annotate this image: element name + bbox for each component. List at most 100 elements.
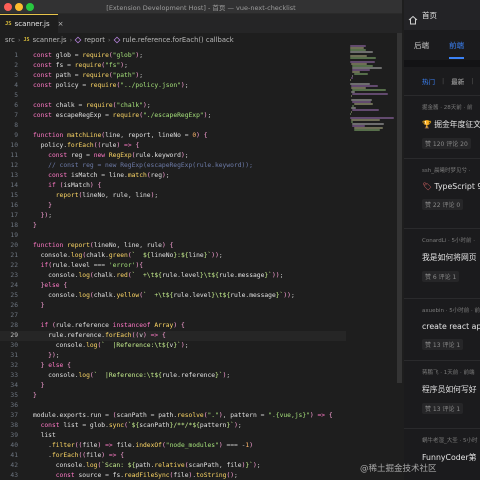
code-line[interactable]: 13 const isMatch = line.match(reg); [0, 171, 346, 181]
code-text[interactable]: const chalk = require("chalk"); [33, 101, 151, 111]
code-text[interactable]: const isMatch = line.match(reg); [33, 171, 169, 181]
code-text[interactable]: .forEach((file) => { [33, 451, 124, 461]
article-title[interactable]: create react ap [422, 322, 480, 331]
article-item[interactable]: ConardLi · 5小时前 · 我是如何将网页赞 6 评论 1 [404, 228, 480, 298]
code-line[interactable]: 17 }); [0, 211, 346, 221]
tab-scanner-js[interactable]: JS scanner.js × [0, 14, 64, 33]
breadcrumb-src[interactable]: src [5, 36, 15, 44]
code-text[interactable]: console.log(`Scan: ${path.relative(scanP… [33, 461, 261, 471]
code-line[interactable]: 34 } [0, 381, 346, 391]
article-title[interactable]: 🏷 TypeScript 9 [422, 182, 480, 191]
code-line[interactable]: 1 const glob = require("glob"); [0, 51, 346, 61]
code-line[interactable]: 31 }); [0, 351, 346, 361]
code-line[interactable]: 11 const reg = new RegExp(rule.keyword); [0, 151, 346, 161]
article-item[interactable]: 掘金酱 · 28天前 · 前 🏆 掘金年度征文赞 120 评论 20 [404, 95, 480, 158]
code-text[interactable]: }); [33, 211, 52, 221]
code-text[interactable]: } [33, 381, 45, 391]
code-text[interactable]: if (isMatch) { [33, 181, 101, 191]
code-line[interactable]: 16 } [0, 201, 346, 211]
code-line[interactable]: 28 if (rule.reference instanceof Array) … [0, 321, 346, 331]
code-text[interactable]: policy.forEach((rule) => { [33, 141, 140, 151]
code-text[interactable]: const fs = require("fs"); [33, 61, 128, 71]
code-text[interactable]: } else { [33, 361, 71, 371]
code-line[interactable]: 41 .forEach((file) => { [0, 451, 346, 461]
code-line[interactable]: 32 } else { [0, 361, 346, 371]
close-tab-icon[interactable]: × [58, 20, 64, 28]
minimap[interactable] [346, 33, 402, 480]
code-line[interactable]: 30 console.log(` |Reference:\t${v}`); [0, 341, 346, 351]
article-title[interactable]: 程序员如何写好 [422, 384, 480, 395]
tab-backend[interactable]: 后端 [414, 40, 429, 51]
code-text[interactable]: list [33, 431, 56, 441]
code-text[interactable]: const escapeRegExp = require("./escapeRe… [33, 111, 211, 121]
code-text[interactable]: if(rule.level === 'error'){ [33, 261, 143, 271]
code-text[interactable]: // const reg = new RegExp(escapeRegExp(r… [33, 161, 253, 171]
code-text[interactable]: module.exports.run = (scanPath = path.re… [33, 411, 333, 421]
code-text[interactable]: } [33, 391, 37, 401]
code-text[interactable]: report(lineNo, rule, line); [33, 191, 158, 201]
code-text[interactable]: const glob = require("glob"); [33, 51, 143, 61]
code-text[interactable]: } [33, 221, 37, 231]
code-line[interactable]: 29 rule.reference.forEach((v) => { [0, 331, 346, 341]
code-line[interactable]: 25 console.log(chalk.yellow(` +\t${rule.… [0, 291, 346, 301]
code-line[interactable]: 27 [0, 311, 346, 321]
code-line[interactable]: 8 [0, 121, 346, 131]
code-text[interactable]: if (rule.reference instanceof Array) { [33, 321, 185, 331]
code-line[interactable]: 6 const chalk = require("chalk"); [0, 101, 346, 111]
code-text[interactable]: const policy = require("../policy.json")… [33, 81, 189, 91]
code-line[interactable]: 20 function report(lineNo, line, rule) { [0, 241, 346, 251]
editor-scrollbar[interactable] [397, 33, 402, 383]
code-line[interactable]: 14 if (isMatch) { [0, 181, 346, 191]
filter-hot[interactable]: 热门 [422, 76, 435, 86]
breadcrumb-file[interactable]: scanner.js [33, 36, 67, 44]
filter-latest[interactable]: 最新 [451, 76, 464, 86]
code-text[interactable]: }); [33, 351, 59, 361]
code-line[interactable]: 9 function matchLine(line, report, lineNo… [0, 131, 346, 141]
code-line[interactable]: 23 console.log(chalk.red(` +\t${rule.lev… [0, 271, 346, 281]
code-text[interactable]: console.log(` |Reference:\t${v}`); [33, 341, 189, 351]
code-text[interactable]: function report(lineNo, line, rule) { [33, 241, 173, 251]
code-line[interactable]: 37 module.exports.run = (scanPath = path.… [0, 411, 346, 421]
code-line[interactable]: 4 const policy = require("../policy.json"… [0, 81, 346, 91]
code-line[interactable]: 33 console.log(` |Reference:\t${rule.ref… [0, 371, 346, 381]
code-line[interactable]: 43 const source = fs.readFileSync(file).… [0, 471, 346, 480]
tab-frontend[interactable]: 前端 [449, 40, 464, 59]
code-text[interactable]: } [33, 301, 45, 311]
code-line[interactable]: 3 const path = require("path"); [0, 71, 346, 81]
code-line[interactable]: 19 [0, 231, 346, 241]
article-title[interactable]: 我是如何将网页 [422, 252, 480, 263]
code-line[interactable]: 39 list [0, 431, 346, 441]
code-line[interactable]: 5 [0, 91, 346, 101]
code-line[interactable]: 36 [0, 401, 346, 411]
code-text[interactable]: const source = fs.readFileSync(file).toS… [33, 471, 238, 480]
code-editor[interactable]: 1 const glob = require("glob"); 2 const fs … [0, 47, 346, 480]
code-text[interactable]: console.log(chalk.red(` +\t${rule.level}… [33, 271, 283, 281]
code-line[interactable]: 24 }else { [0, 281, 346, 291]
code-line[interactable]: 42 console.log(`Scan: ${path.relative(sc… [0, 461, 346, 471]
code-text[interactable]: console.log(` |Reference:\t${rule.refere… [33, 371, 230, 381]
breadcrumb-function[interactable]: report [84, 36, 105, 44]
code-text[interactable]: console.log(chalk.yellow(` +\t${rule.lev… [33, 291, 295, 301]
code-text[interactable]: const path = require("path"); [33, 71, 143, 81]
code-line[interactable]: 40 .filter((file) => file.indexOf("node_… [0, 441, 346, 451]
code-line[interactable]: 2 const fs = require("fs"); [0, 61, 346, 71]
code-line[interactable]: 35} [0, 391, 346, 401]
code-text[interactable]: const list = glob.sync(`${scanPath}/**/*… [33, 421, 242, 431]
code-line[interactable]: 38 const list = glob.sync(`${scanPath}/*… [0, 421, 346, 431]
code-line[interactable]: 18} [0, 221, 346, 231]
code-text[interactable]: } [33, 201, 52, 211]
article-title[interactable]: 🏆 掘金年度征文 [422, 119, 480, 130]
breadcrumb-callback[interactable]: rule.reference.forEach() callback [123, 36, 234, 44]
article-item[interactable]: ssh_晨曦时梦见兮 · 🏷 TypeScript 9 赞 22 评论 0 [404, 158, 480, 228]
code-text[interactable]: }else { [33, 281, 68, 291]
article-item[interactable]: 蒋鹏飞 · 1天前 · 前端 程序员如何写好赞 13 评论 1 [404, 360, 480, 428]
code-line[interactable]: 10 policy.forEach((rule) => { [0, 141, 346, 151]
code-line[interactable]: 22 if(rule.level === 'error'){ [0, 261, 346, 271]
code-line[interactable]: 7 const escapeRegExp = require("./escapeR… [0, 111, 346, 121]
code-text[interactable]: rule.reference.forEach((v) => { [33, 331, 166, 341]
code-line[interactable]: 12 // const reg = new RegExp(escapeRegEx… [0, 161, 346, 171]
code-line[interactable]: 26 } [0, 301, 346, 311]
code-text[interactable]: .filter((file) => file.indexOf("node_mod… [33, 441, 253, 451]
code-text[interactable]: function matchLine(line, report, lineNo … [33, 131, 208, 141]
article-item[interactable]: axuebin · 5小时前 · 前 create react ap 赞 13 评论… [404, 298, 480, 360]
